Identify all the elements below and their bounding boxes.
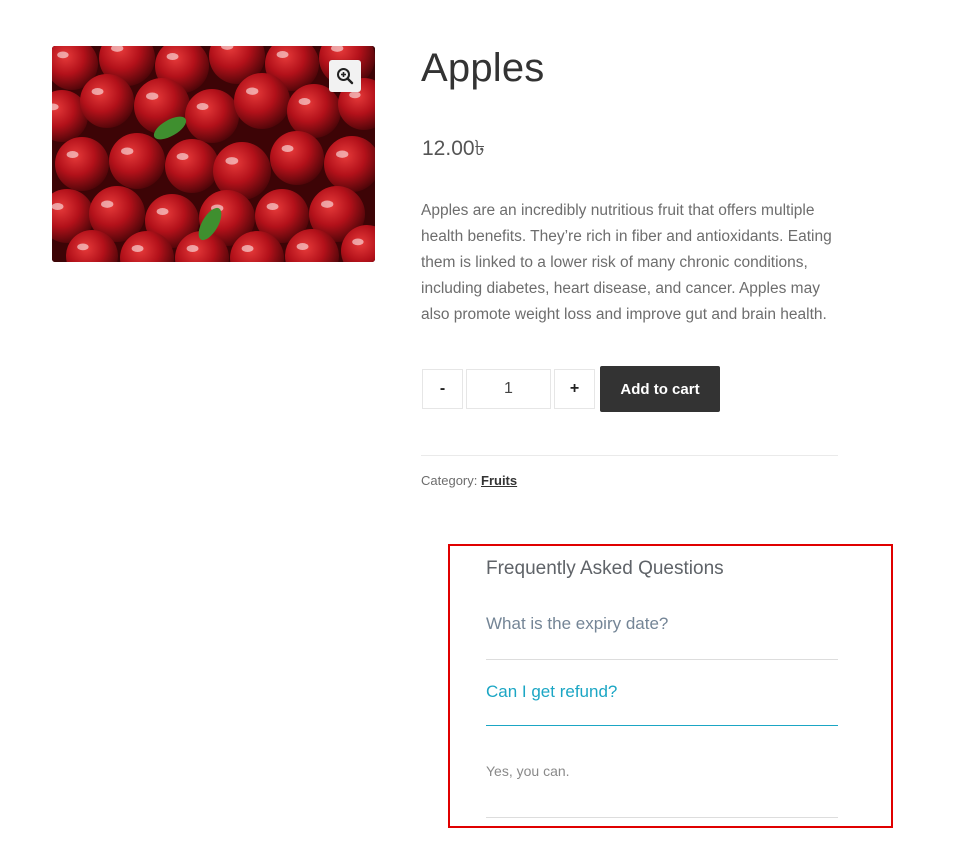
faq-active-underline — [486, 725, 838, 726]
faq-divider — [486, 659, 838, 660]
divider — [421, 455, 838, 456]
quantity-increase-button[interactable]: + — [554, 369, 595, 409]
product-title: Apples — [421, 46, 545, 90]
faq-answer-refund: Yes, you can. — [486, 763, 570, 779]
category-prefix: Category: — [421, 473, 478, 488]
faq-question-expiry[interactable]: What is the expiry date? — [486, 614, 668, 634]
product-image[interactable] — [52, 46, 375, 262]
add-to-cart-button[interactable]: Add to cart — [600, 366, 720, 412]
quantity-input[interactable]: 1 — [466, 369, 551, 409]
zoom-icon[interactable] — [329, 60, 361, 92]
faq-question-refund[interactable]: Can I get refund? — [486, 682, 617, 702]
faq-divider — [486, 817, 838, 818]
product-description: Apples are an incredibly nutritious frui… — [421, 202, 832, 323]
product-price: 12.00৳ — [422, 137, 486, 160]
quantity-decrease-button[interactable]: - — [422, 369, 463, 409]
product-category: Category: Fruits — [421, 473, 517, 488]
category-link-fruits[interactable]: Fruits — [481, 473, 517, 488]
faq-heading: Frequently Asked Questions — [486, 558, 724, 579]
